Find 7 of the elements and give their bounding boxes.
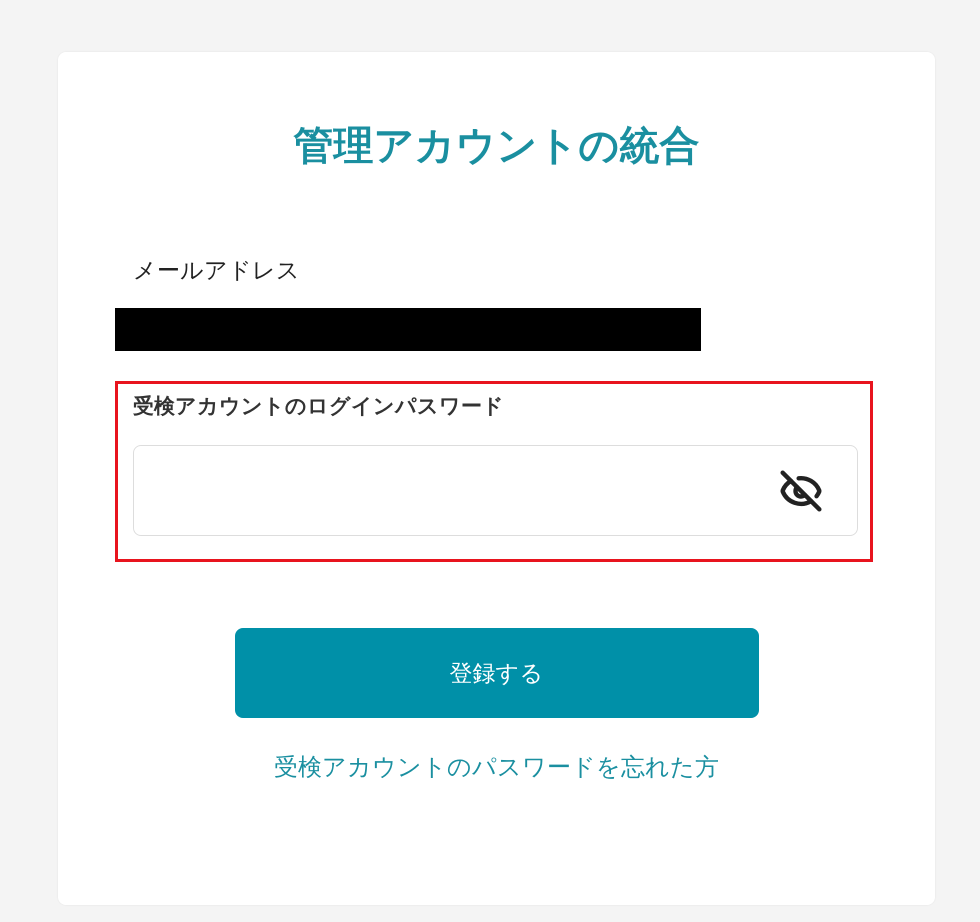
password-label: 受検アカウントのログインパスワード xyxy=(133,393,504,420)
eye-slash-icon[interactable] xyxy=(779,468,823,512)
forgot-password-link[interactable]: 受検アカウントのパスワードを忘れた方 xyxy=(274,751,719,783)
submit-button[interactable]: 登録する xyxy=(234,628,758,718)
page-title: 管理アカウントの統合 xyxy=(292,122,700,170)
password-field[interactable] xyxy=(133,445,858,536)
email-label: メールアドレス xyxy=(133,257,300,286)
